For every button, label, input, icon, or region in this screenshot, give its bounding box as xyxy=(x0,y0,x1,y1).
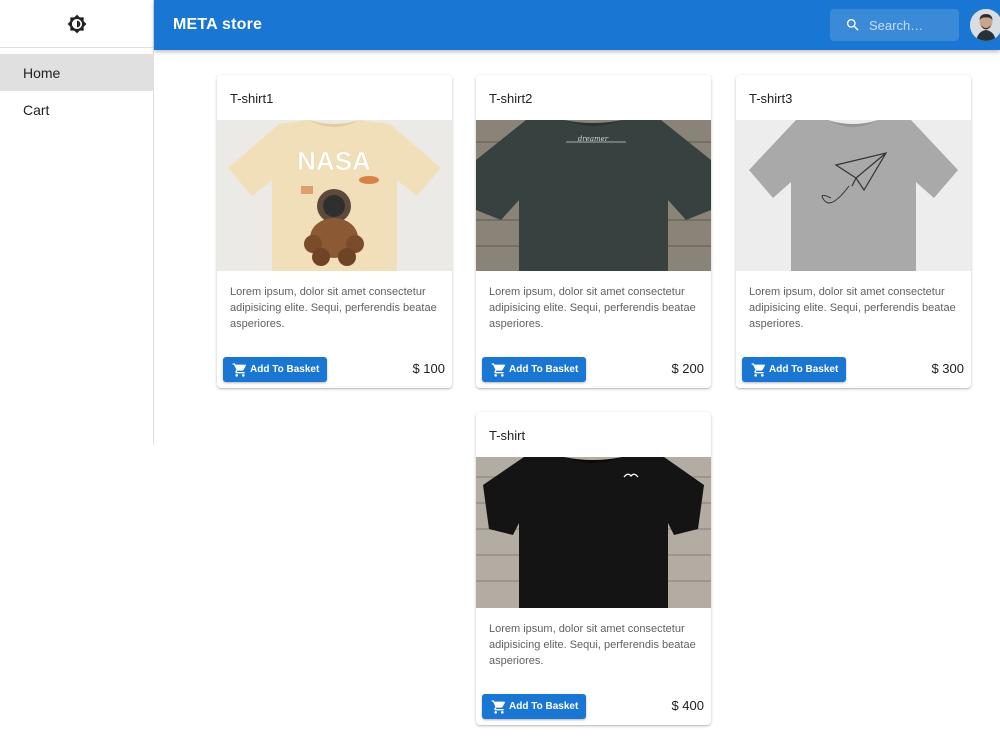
sidebar: Home Cart xyxy=(0,0,154,445)
avatar[interactable] xyxy=(970,9,1000,41)
product-title: T-shirt3 xyxy=(749,91,793,106)
sidebar-header xyxy=(0,0,153,48)
search-box[interactable] xyxy=(830,9,959,41)
cart-icon xyxy=(751,362,766,377)
product-description: Lorem ipsum, dolor sit amet consectetur … xyxy=(489,286,696,330)
product-title: T-shirt1 xyxy=(230,91,274,106)
sidebar-item-home[interactable]: Home xyxy=(0,54,153,91)
product-price: $ 100 xyxy=(412,361,445,376)
cart-icon xyxy=(491,362,506,377)
svg-text:dreamer: dreamer xyxy=(578,135,609,143)
button-label: Add To Basket xyxy=(509,364,579,375)
product-price: $ 200 xyxy=(671,361,704,376)
sidebar-nav: Home Cart xyxy=(0,54,153,128)
product-description: Lorem ipsum, dolor sit amet consectetur … xyxy=(230,286,437,330)
svg-text:NASA: NASA xyxy=(297,146,371,176)
app-bar: META store xyxy=(154,0,1000,50)
add-to-basket-button[interactable]: Add To Basket xyxy=(742,357,846,382)
sidebar-item-label: Home xyxy=(23,64,61,81)
add-to-basket-button[interactable]: Add To Basket xyxy=(223,357,327,382)
add-to-basket-button[interactable]: Add To Basket xyxy=(482,357,586,382)
search-icon xyxy=(847,19,859,31)
beige-nasa-tshirt-image: NASA xyxy=(217,120,452,271)
dark-green-tshirt-image: dreamer xyxy=(476,120,711,271)
product-price: $ 300 xyxy=(931,361,964,376)
product-card: T-shirt Lorem ipsum, dolor sit amet cons… xyxy=(476,412,711,725)
button-label: Add To Basket xyxy=(250,364,320,375)
black-tshirt-image xyxy=(476,457,711,608)
sidebar-item-cart[interactable]: Cart xyxy=(0,91,153,128)
button-label: Add To Basket xyxy=(769,364,839,375)
product-title: T-shirt2 xyxy=(489,91,533,106)
product-title: T-shirt xyxy=(489,428,526,443)
cart-icon xyxy=(232,362,247,377)
grey-paper-plane-tshirt-image xyxy=(736,120,971,271)
button-label: Add To Basket xyxy=(509,701,579,712)
sidebar-item-label: Cart xyxy=(23,101,50,118)
product-description: Lorem ipsum, dolor sit amet consectetur … xyxy=(489,623,696,667)
product-description: Lorem ipsum, dolor sit amet consectetur … xyxy=(749,286,956,330)
product-price: $ 400 xyxy=(671,698,704,713)
product-card: T-shirt3 Lorem ipsum, dolor sit amet con… xyxy=(736,75,971,388)
search-input[interactable] xyxy=(869,17,954,33)
product-card: T-shirt1 NASA Lorem ipsum, dolor sit ame… xyxy=(217,75,452,388)
app-title: META store xyxy=(173,16,263,33)
add-to-basket-button[interactable]: Add To Basket xyxy=(482,694,586,719)
cart-icon xyxy=(491,699,506,714)
product-card: T-shirt2 dreamer Lorem ipsum, dolor sit … xyxy=(476,75,711,388)
brightness-icon[interactable] xyxy=(65,12,89,36)
